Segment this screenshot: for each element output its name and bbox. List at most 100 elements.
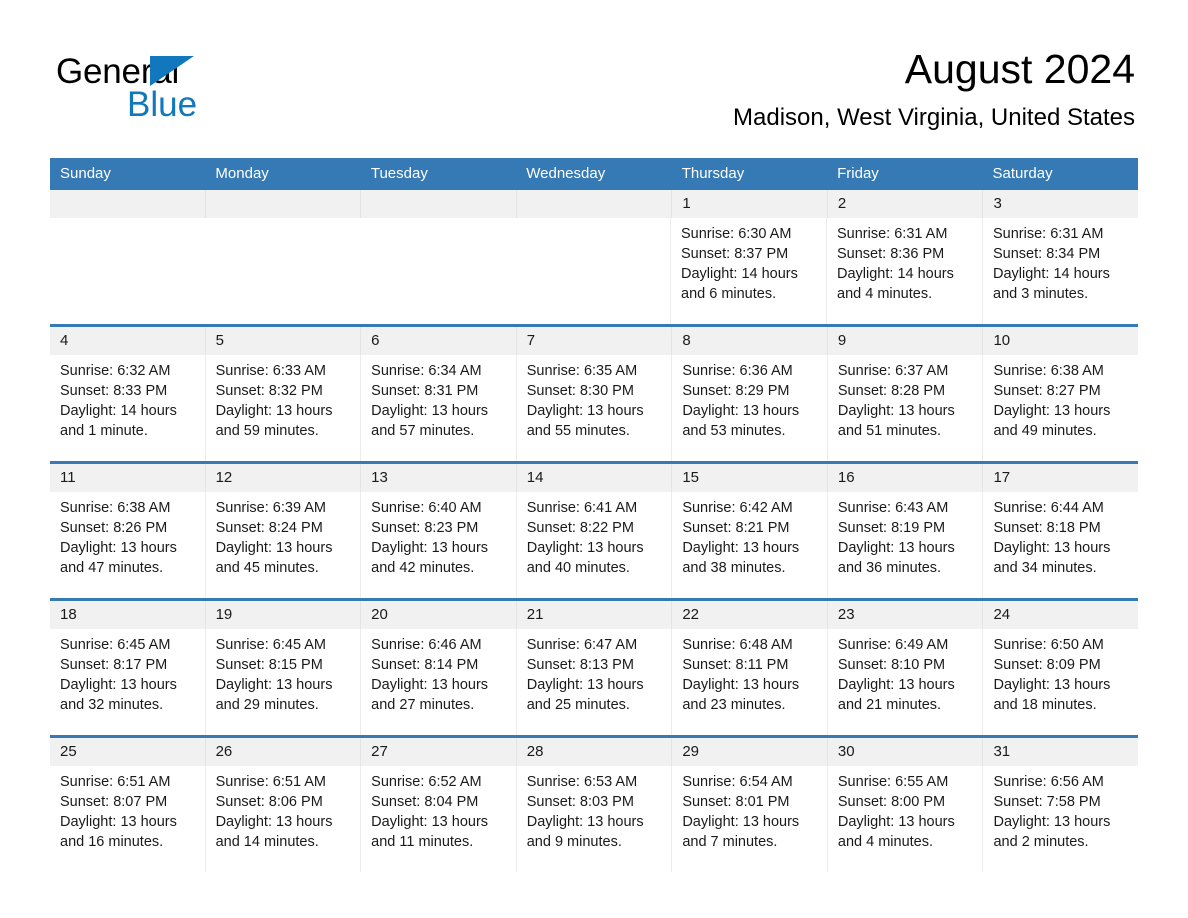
day-number[interactable]: 12 (204, 464, 361, 492)
daylight-text-line1: Daylight: 13 hours (993, 403, 1111, 419)
day-cell[interactable]: Sunrise: 6:49 AM Sunset: 8:10 PM Daylight:… (826, 629, 983, 735)
day-number[interactable]: 28 (515, 738, 672, 766)
day-cell[interactable]: Sunrise: 6:55 AM Sunset: 8:00 PM Daylight:… (826, 766, 983, 872)
daylight-text-line2: and 25 minutes. (526, 697, 630, 713)
day-number[interactable]: 19 (204, 601, 361, 629)
daylight-text-line1: Daylight: 13 hours (371, 677, 489, 693)
day-cell[interactable]: Sunrise: 6:41 AM Sunset: 8:22 PM Daylight:… (515, 492, 672, 598)
day-cell[interactable]: Sunrise: 6:30 AM Sunset: 8:37 PM Daylight:… (670, 218, 826, 324)
brand-logo[interactable]: General Blue (56, 52, 316, 124)
day-number-band: 4 5 6 7 8 9 10 (50, 327, 1138, 355)
daylight-text-line1: Daylight: 13 hours (837, 403, 955, 419)
day-number-band: 25 26 27 28 29 30 31 (50, 738, 1138, 766)
day-cell[interactable]: Sunrise: 6:51 AM Sunset: 8:07 PM Daylight:… (50, 766, 205, 872)
daylight-text-line1: Daylight: 13 hours (993, 814, 1111, 830)
day-cell[interactable]: Sunrise: 6:56 AM Sunset: 7:58 PM Daylight:… (982, 766, 1138, 872)
day-number[interactable]: 4 (50, 327, 205, 355)
day-cell[interactable]: Sunrise: 6:31 AM Sunset: 8:34 PM Daylight:… (982, 218, 1138, 324)
day-number-empty (50, 190, 205, 218)
day-cell[interactable]: Sunrise: 6:37 AM Sunset: 8:28 PM Daylight:… (826, 355, 983, 461)
sunset-text: Sunset: 8:00 PM (837, 794, 946, 810)
calendar-week-row: 11 12 13 14 15 16 17 Sunrise: 6:38 AM Sunset: 8:… (50, 461, 1138, 598)
day-cell[interactable]: Sunrise: 6:33 AM Sunset: 8:32 PM Daylight:… (204, 355, 361, 461)
sunset-text: Sunset: 8:23 PM (371, 520, 479, 536)
day-cell[interactable]: Sunrise: 6:39 AM Sunset: 8:24 PM Daylight:… (204, 492, 361, 598)
day-cell[interactable]: Sunrise: 6:47 AM Sunset: 8:13 PM Daylight:… (515, 629, 672, 735)
day-number[interactable]: 16 (826, 464, 983, 492)
calendar-week-row: 4 5 6 7 8 9 10 Sunrise: 6:32 AM Sunset: 8:33 PM D… (50, 324, 1138, 461)
day-number[interactable]: 15 (671, 464, 827, 492)
day-cell[interactable]: Sunrise: 6:40 AM Sunset: 8:23 PM Daylight:… (360, 492, 516, 598)
day-number[interactable]: 24 (982, 601, 1138, 629)
daylight-text-line2: and 9 minutes. (526, 834, 622, 850)
sunrise-text: Sunrise: 6:51 AM (60, 774, 171, 790)
day-cell[interactable]: Sunrise: 6:32 AM Sunset: 8:33 PM Daylight:… (50, 355, 205, 461)
day-number[interactable]: 7 (515, 327, 672, 355)
day-number[interactable]: 27 (360, 738, 516, 766)
day-cell[interactable]: Sunrise: 6:51 AM Sunset: 8:06 PM Daylight:… (204, 766, 361, 872)
day-cell[interactable]: Sunrise: 6:48 AM Sunset: 8:11 PM Daylight:… (671, 629, 827, 735)
day-number[interactable]: 31 (982, 738, 1138, 766)
day-cell[interactable]: Sunrise: 6:31 AM Sunset: 8:36 PM Daylight:… (826, 218, 982, 324)
day-cell[interactable]: Sunrise: 6:36 AM Sunset: 8:29 PM Daylight:… (671, 355, 827, 461)
day-number[interactable]: 26 (204, 738, 361, 766)
day-cell-empty (515, 218, 670, 324)
page-subtitle: Madison, West Virginia, United States (733, 104, 1135, 131)
day-cell[interactable]: Sunrise: 6:54 AM Sunset: 8:01 PM Daylight:… (671, 766, 827, 872)
day-number[interactable]: 23 (826, 601, 983, 629)
day-cell[interactable]: Sunrise: 6:35 AM Sunset: 8:30 PM Daylight:… (515, 355, 672, 461)
day-cell[interactable]: Sunrise: 6:52 AM Sunset: 8:04 PM Daylight:… (360, 766, 516, 872)
daylight-text-line1: Daylight: 13 hours (837, 814, 955, 830)
day-cell-empty (50, 218, 205, 324)
sunset-text: Sunset: 8:37 PM (681, 246, 789, 262)
sunset-text: Sunset: 8:13 PM (526, 657, 634, 673)
day-number[interactable]: 13 (360, 464, 516, 492)
day-number[interactable]: 3 (982, 190, 1138, 218)
day-number[interactable]: 29 (671, 738, 827, 766)
day-cell[interactable]: Sunrise: 6:38 AM Sunset: 8:26 PM Daylight:… (50, 492, 205, 598)
sunset-text: Sunset: 8:31 PM (371, 383, 479, 399)
day-number[interactable]: 17 (982, 464, 1138, 492)
daylight-text-line1: Daylight: 13 hours (371, 814, 489, 830)
day-number[interactable]: 2 (826, 190, 983, 218)
day-detail-band: Sunrise: 6:32 AM Sunset: 8:33 PM Daylight:… (50, 355, 1138, 461)
sunrise-text: Sunrise: 6:52 AM (371, 774, 482, 790)
sunrise-text: Sunrise: 6:45 AM (215, 637, 326, 653)
sunrise-text: Sunrise: 6:38 AM (60, 500, 171, 516)
sunrise-text: Sunrise: 6:34 AM (371, 363, 482, 379)
day-cell[interactable]: Sunrise: 6:34 AM Sunset: 8:31 PM Daylight:… (360, 355, 516, 461)
day-number[interactable]: 25 (50, 738, 205, 766)
daylight-text-line2: and 7 minutes. (682, 834, 778, 850)
day-cell[interactable]: Sunrise: 6:50 AM Sunset: 8:09 PM Daylight:… (982, 629, 1138, 735)
day-cell[interactable]: Sunrise: 6:45 AM Sunset: 8:15 PM Daylight:… (204, 629, 361, 735)
day-cell[interactable]: Sunrise: 6:45 AM Sunset: 8:17 PM Daylight:… (50, 629, 205, 735)
sunset-text: Sunset: 8:14 PM (371, 657, 479, 673)
day-cell[interactable]: Sunrise: 6:44 AM Sunset: 8:18 PM Daylight:… (982, 492, 1138, 598)
day-number[interactable]: 14 (515, 464, 672, 492)
daylight-text-line2: and 11 minutes. (371, 834, 474, 850)
day-number[interactable]: 11 (50, 464, 205, 492)
sunset-text: Sunset: 8:04 PM (371, 794, 479, 810)
day-number[interactable]: 22 (671, 601, 827, 629)
sunrise-text: Sunrise: 6:39 AM (215, 500, 326, 516)
day-number[interactable]: 10 (982, 327, 1138, 355)
sunset-text: Sunset: 8:30 PM (526, 383, 634, 399)
day-cell[interactable]: Sunrise: 6:53 AM Sunset: 8:03 PM Daylight:… (515, 766, 672, 872)
day-number[interactable]: 18 (50, 601, 205, 629)
day-cell[interactable]: Sunrise: 6:42 AM Sunset: 8:21 PM Daylight:… (671, 492, 827, 598)
day-number[interactable]: 8 (671, 327, 827, 355)
sunset-text: Sunset: 8:32 PM (215, 383, 323, 399)
weekday-header-thursday: Thursday (681, 165, 745, 182)
day-cell[interactable]: Sunrise: 6:43 AM Sunset: 8:19 PM Daylight:… (826, 492, 983, 598)
day-number[interactable]: 6 (360, 327, 516, 355)
sunrise-text: Sunrise: 6:33 AM (215, 363, 326, 379)
day-number[interactable]: 20 (360, 601, 516, 629)
daylight-text-line1: Daylight: 13 hours (993, 540, 1111, 556)
day-number[interactable]: 21 (515, 601, 672, 629)
day-cell[interactable]: Sunrise: 6:38 AM Sunset: 8:27 PM Daylight:… (982, 355, 1138, 461)
day-number[interactable]: 1 (671, 190, 827, 218)
day-number[interactable]: 5 (204, 327, 361, 355)
day-cell[interactable]: Sunrise: 6:46 AM Sunset: 8:14 PM Daylight:… (360, 629, 516, 735)
day-number[interactable]: 9 (826, 327, 983, 355)
day-number[interactable]: 30 (826, 738, 983, 766)
